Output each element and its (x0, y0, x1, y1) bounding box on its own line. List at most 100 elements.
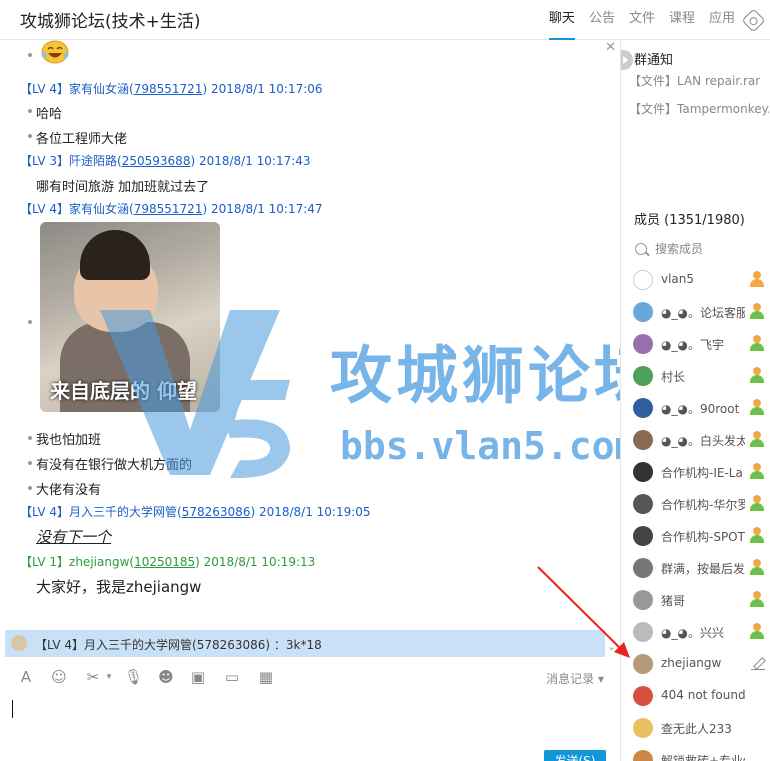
file-item[interactable]: 【文件】Tampermonkey... (629, 100, 769, 117)
admin-badge-icon (749, 399, 765, 415)
chevron-down-icon[interactable]: ▾ (100, 668, 118, 686)
member-avatar (633, 718, 653, 738)
tab-files[interactable]: 文件 (629, 0, 655, 40)
sender-name[interactable]: 家有仙女涵 (69, 202, 129, 216)
member-row[interactable]: 群满，按最后发 (633, 556, 770, 580)
member-row[interactable]: 合作机构-IE-La (633, 460, 770, 484)
sticker-icon[interactable]: ☻ (157, 668, 175, 686)
sender-name[interactable]: 月入三千的大学网管 (69, 505, 177, 519)
message-bullet (28, 320, 32, 324)
member-row[interactable]: 猪哥 (633, 588, 770, 612)
member-name: 404 not found (661, 688, 745, 702)
member-row[interactable]: ◕_◕。90root (633, 396, 770, 420)
message-text: 哈哈 (36, 107, 63, 122)
member-avatar (633, 590, 653, 610)
member-row[interactable]: zhejiangw (633, 652, 770, 676)
admin-badge-icon (749, 463, 765, 479)
member-name: 群满，按最后发 (661, 562, 745, 576)
search-icon (635, 243, 647, 255)
member-name: 合作机构-IE-La (661, 466, 743, 480)
font-icon[interactable]: A (17, 668, 35, 686)
sender-name[interactable]: 阡途陌路 (69, 154, 117, 168)
scroll-down-icon[interactable]: ⌄ (607, 640, 616, 653)
member-name: vlan5 (661, 272, 695, 286)
settings-gear-icon[interactable] (741, 7, 766, 33)
member-name: ◕_◕。飞宇 (661, 338, 724, 352)
image-icon[interactable]: ▣ (189, 668, 207, 686)
member-avatar (633, 430, 653, 450)
member-avatar (633, 302, 653, 322)
member-name: 猪哥 (661, 594, 686, 608)
member-name: ◕_◕。论坛客服 (661, 306, 745, 320)
group-title: 攻城狮论坛(技术+生活) (20, 12, 201, 32)
message-bullet (28, 134, 32, 138)
tab-chat[interactable]: 聊天 (548, 0, 575, 40)
sender-qq-link[interactable]: 798551721 (134, 82, 203, 96)
microphone-icon[interactable]: 🎙 (124, 668, 143, 686)
group-notice-title: 群通知 (634, 53, 674, 68)
message-bullet (28, 461, 32, 465)
tab-apps[interactable]: 应用 (709, 0, 735, 40)
vlan5-watermark-logo (100, 310, 290, 479)
message-text: 没有下一个 (36, 528, 112, 546)
emoji-icon[interactable]: ☺ (50, 668, 68, 686)
message-time: 2018/8/1 10:17:47 (210, 202, 323, 216)
tab-announcement[interactable]: 公告 (589, 0, 615, 40)
collapse-panel-icon[interactable] (621, 50, 633, 70)
member-name: 合作机构-SPOT (661, 530, 745, 544)
member-row[interactable]: ◕_◕。兴兴 (633, 620, 770, 644)
edit-card-icon[interactable] (751, 656, 765, 670)
message-header: 【LV 4】月入三千的大学网管(578263086) 2018/8/1 10:1… (20, 505, 371, 519)
sender-name[interactable]: zhejiangw (69, 555, 129, 569)
member-avatar (633, 750, 653, 761)
message-bullet (28, 436, 32, 440)
message-input[interactable] (0, 694, 620, 761)
message-bullet (28, 53, 32, 57)
member-row[interactable]: 解锁救砖+专业修电 (633, 748, 770, 761)
member-search[interactable]: 搜索成员 (635, 240, 703, 257)
member-name: 合作机构-华尔罗 (661, 498, 745, 512)
tab-courses[interactable]: 课程 (669, 0, 695, 40)
message-bullet (28, 109, 32, 113)
sender-qq-link[interactable]: 250593688 (122, 154, 191, 168)
laughing-emoji-icon (41, 40, 69, 64)
member-avatar (633, 686, 653, 706)
member-row[interactable]: 404 not found (633, 684, 770, 708)
title-bar: 攻城狮论坛(技术+生活) 聊天 公告 文件 课程 应用 (0, 0, 770, 40)
member-avatar (633, 270, 653, 290)
sender-name[interactable]: 家有仙女涵 (69, 82, 129, 96)
send-button[interactable]: 发送(S) (544, 750, 606, 761)
calendar-icon[interactable]: ▦ (257, 668, 275, 686)
member-name: 查无此人233 (661, 722, 732, 736)
member-row[interactable]: ◕_◕。论坛客服 (633, 300, 770, 324)
sender-qq-link[interactable]: 798551721 (134, 202, 203, 216)
member-row[interactable]: 村长 (633, 364, 770, 388)
sender-qq-link[interactable]: 578263086 (182, 505, 251, 519)
admin-badge-icon (749, 495, 765, 511)
message-history-button[interactable]: 消息记录 ▾ (546, 670, 604, 687)
file-item[interactable]: 【文件】LAN repair.rar (629, 72, 769, 89)
admin-badge-icon (749, 527, 765, 543)
member-row[interactable]: ◕_◕。飞宇 (633, 332, 770, 356)
member-name: zhejiangw (661, 656, 722, 670)
owner-badge-icon (749, 271, 765, 287)
member-row[interactable]: 合作机构-SPOT (633, 524, 770, 548)
new-message-banner[interactable]: 【LV 4】月入三千的大学网管(578263086) ：3k*18 (5, 630, 605, 657)
message-text: 大家好，我是zhejiangw (36, 578, 202, 596)
message-text: 哪有时间旅游 加加班就过去了 (36, 180, 210, 195)
member-row[interactable]: 查无此人233 (633, 716, 770, 740)
admin-badge-icon (749, 367, 765, 383)
member-avatar (633, 654, 653, 674)
sender-qq-link[interactable]: 10250185 (134, 555, 195, 569)
member-row[interactable]: ◕_◕。白头发太 (633, 428, 770, 452)
message-header: 【LV 4】家有仙女涵(798551721) 2018/8/1 10:17:47 (20, 202, 323, 216)
member-row[interactable]: vlan5 (633, 268, 770, 292)
message-time: 2018/8/1 10:19:13 (203, 555, 316, 569)
message-header: 【LV 3】阡途陌路(250593688) 2018/8/1 10:17:43 (20, 154, 311, 168)
close-icon[interactable]: ✕ (605, 40, 616, 55)
admin-badge-icon (749, 591, 765, 607)
member-avatar (633, 558, 653, 578)
banner-text: 【LV 4】月入三千的大学网管(578263086) ：3k*18 (35, 638, 322, 652)
folder-icon[interactable]: ▭ (223, 668, 241, 686)
member-row[interactable]: 合作机构-华尔罗 (633, 492, 770, 516)
